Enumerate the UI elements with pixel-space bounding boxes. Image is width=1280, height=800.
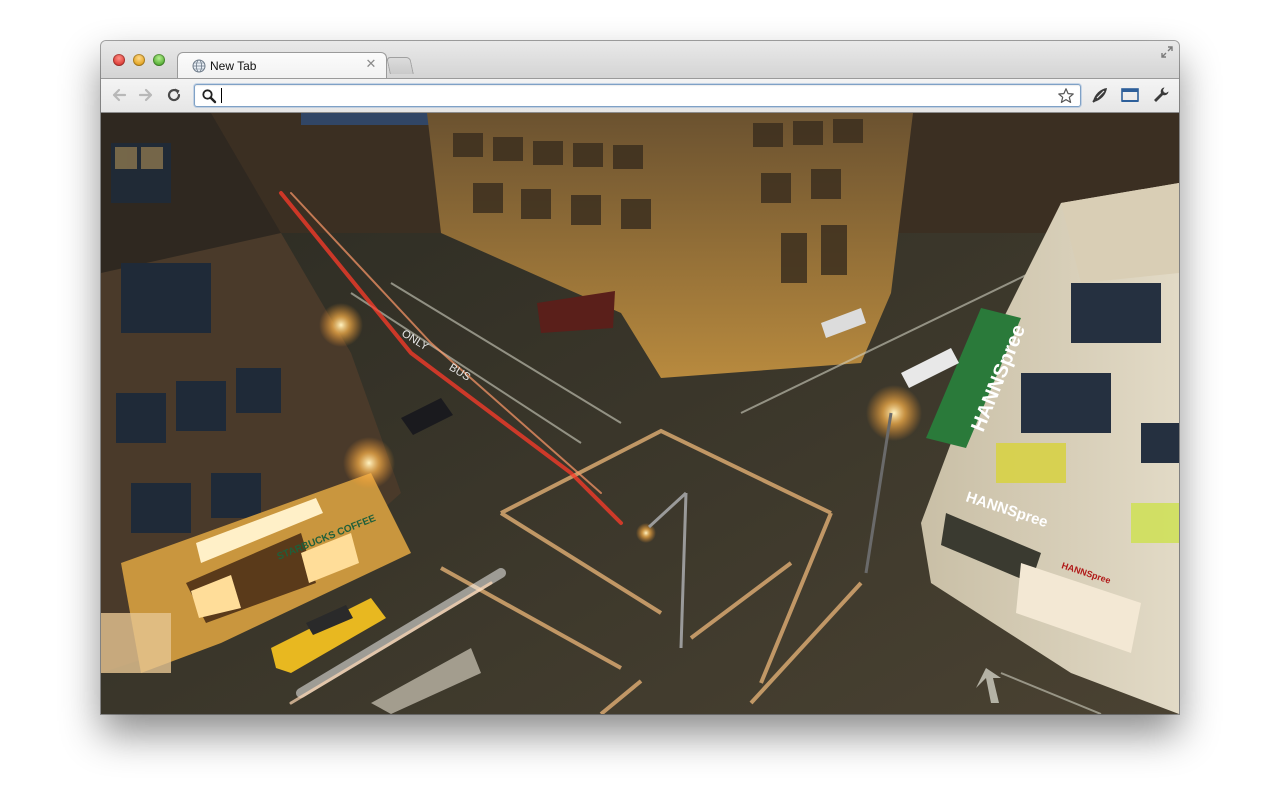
back-arrow-icon[interactable]	[110, 86, 128, 104]
toolbar	[101, 78, 1179, 113]
fullscreen-icon[interactable]	[1161, 46, 1173, 58]
close-tab-icon[interactable]: ✕	[364, 56, 378, 71]
new-tab-background: STARBUCKS COFFEE ONLY BUS HANNSpree HANN…	[101, 113, 1179, 714]
omnibox[interactable]	[194, 84, 1081, 107]
title-bar: New Tab ✕	[101, 41, 1179, 80]
reload-icon[interactable]	[165, 86, 183, 104]
text-caret	[221, 88, 222, 103]
close-window-button[interactable]	[113, 54, 125, 66]
tab-title: New Tab	[210, 59, 257, 73]
city-intersection-photo: STARBUCKS COFFEE ONLY BUS HANNSpree HANN…	[101, 113, 1179, 714]
search-icon	[202, 89, 217, 104]
globe-icon	[192, 59, 206, 73]
minimize-window-button[interactable]	[133, 54, 145, 66]
address-input[interactable]	[221, 86, 1051, 105]
tab-new-tab[interactable]: New Tab ✕	[177, 52, 387, 80]
page-icon[interactable]	[1120, 85, 1140, 105]
browser-window: New Tab ✕ STARBUCKS COFFEE ONLY BUS HANN…	[101, 41, 1179, 714]
new-tab-button[interactable]	[386, 57, 414, 74]
star-icon[interactable]	[1057, 87, 1075, 105]
forward-arrow-icon[interactable]	[137, 86, 155, 104]
wrench-icon[interactable]	[1151, 85, 1171, 105]
extension-icon[interactable]	[1090, 85, 1110, 105]
maximize-window-button[interactable]	[153, 54, 165, 66]
